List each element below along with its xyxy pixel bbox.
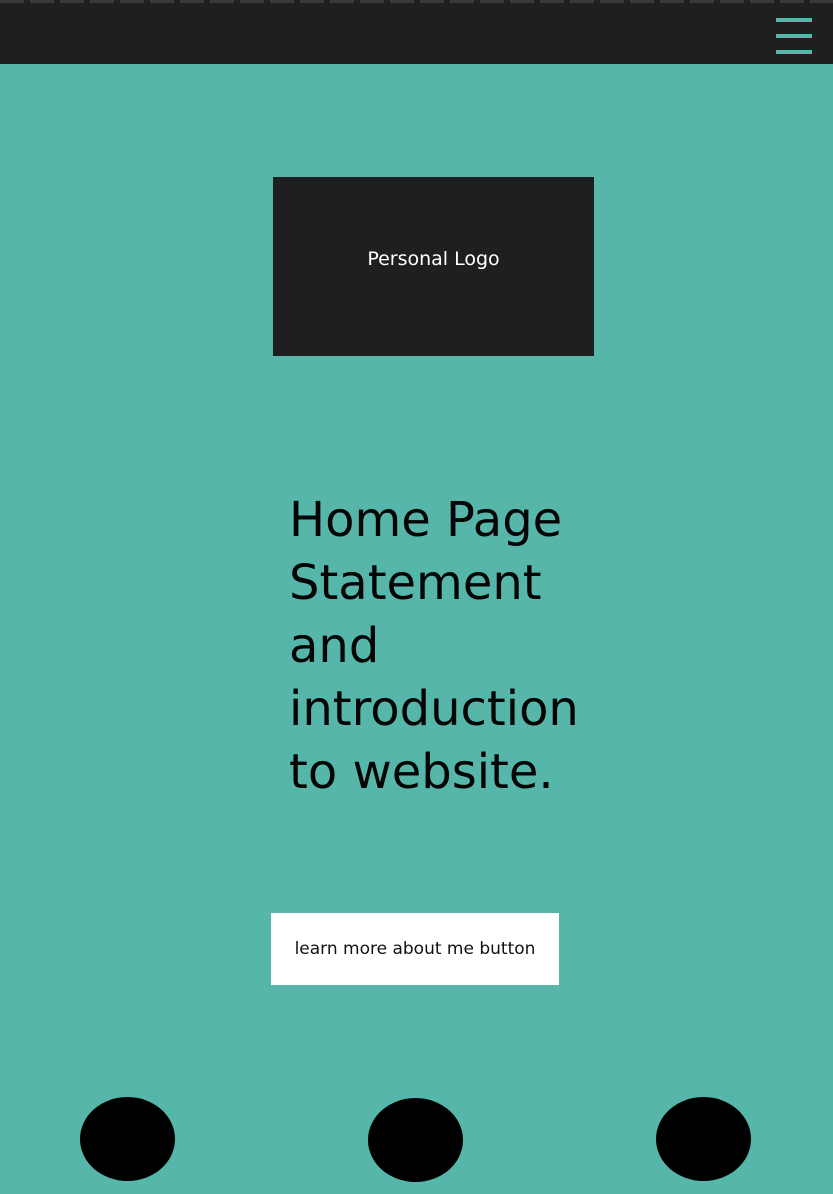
top-nav-bar: [0, 0, 833, 64]
menu-bar-line: [776, 50, 812, 54]
hamburger-menu-icon[interactable]: [776, 17, 812, 55]
menu-bar-line: [776, 18, 812, 22]
menu-bar-line: [776, 34, 812, 38]
personal-logo[interactable]: Personal Logo: [273, 177, 594, 356]
social-link-circle-3[interactable]: [656, 1097, 751, 1181]
home-page-statement: Home Page Statement and introduction to …: [289, 492, 579, 800]
social-link-circle-2[interactable]: [368, 1098, 463, 1182]
top-edge-divider: [0, 0, 833, 3]
learn-more-button[interactable]: learn more about me button: [271, 913, 559, 985]
social-link-circle-1[interactable]: [80, 1097, 175, 1181]
logo-label: Personal Logo: [367, 248, 500, 270]
